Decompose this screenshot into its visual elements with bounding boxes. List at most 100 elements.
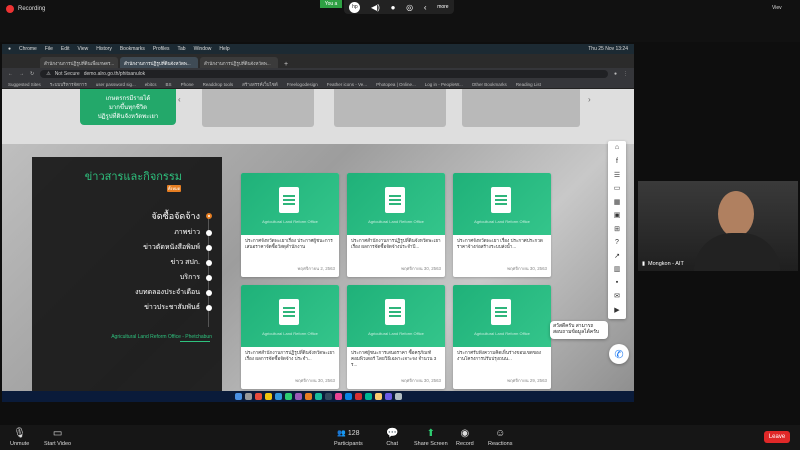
participants-button[interactable]: 👥 128 Participants xyxy=(334,429,363,447)
bookmark-item[interactable]: ebitcs xyxy=(145,82,157,87)
menu-edit[interactable]: Edit xyxy=(61,46,70,52)
sitemap-icon[interactable]: ⊞ xyxy=(608,222,626,236)
menu-tab[interactable]: Tab xyxy=(178,46,186,52)
bookmark-item[interactable]: BS xyxy=(166,82,172,87)
hero-green-button[interactable]: เกษตรกรมีรายได้ มากขึ้นทุกชีวิต ปฏิรูปที… xyxy=(80,89,176,125)
app-icon[interactable] xyxy=(324,393,332,400)
forward-arrow-icon[interactable]: → xyxy=(19,71,24,77)
app-icon[interactable] xyxy=(374,393,382,400)
view-button[interactable]: Viev xyxy=(772,5,782,11)
bookmark-item[interactable]: สร้างสรรค์เว็บไซต์ xyxy=(242,81,278,88)
bookmark-item[interactable]: ระบบบริหารจัดการ xyxy=(50,81,87,88)
chrome-icon[interactable] xyxy=(264,393,272,400)
menu-view[interactable]: View xyxy=(78,46,89,52)
browser-tab[interactable]: สำนักงานการปฏิรูปที่ดินจังหวัดพ... xyxy=(200,57,278,68)
menu-window[interactable]: Window xyxy=(194,46,212,52)
lock-icon[interactable]: ▪ xyxy=(608,276,626,290)
bookmark-item[interactable]: Feather icons - Ve... xyxy=(327,82,367,87)
app-icon[interactable] xyxy=(254,393,262,400)
menu-profiles[interactable]: Profiles xyxy=(153,46,170,52)
help-icon[interactable]: ? xyxy=(608,236,626,250)
bookmark-item[interactable]: Readdrop tools xyxy=(203,82,234,87)
trash-icon[interactable] xyxy=(394,393,402,400)
list-icon[interactable]: ☰ xyxy=(608,168,626,182)
app-icon[interactable] xyxy=(334,393,342,400)
facebook-icon[interactable]: f xyxy=(608,155,626,169)
bookmark-item[interactable]: Suggested Sites xyxy=(8,82,41,87)
category-item[interactable]: บริการ xyxy=(32,270,212,285)
carousel-prev-icon[interactable]: ‹ xyxy=(178,95,181,104)
record-button[interactable]: ◉ Record xyxy=(456,428,474,447)
browser-tab-active[interactable]: สำนักงานการปฏิรูปที่ดินจังหวัดพ... xyxy=(120,57,198,68)
participant-video[interactable]: ▮ Mongkon - AIT xyxy=(638,181,798,271)
chat-button[interactable]: 💬 Chat xyxy=(386,428,398,447)
share-screen-button[interactable]: ⬆ Share Screen xyxy=(414,428,448,447)
record-icon[interactable]: ◎ xyxy=(406,3,413,12)
category-item[interactable]: จัดซื้อจัดจ้าง xyxy=(32,207,212,225)
browser-tab[interactable]: สำนักงานการปฏิรูปที่ดินเพื่อเกษตร... xyxy=(40,57,118,68)
app-icon[interactable] xyxy=(274,393,282,400)
start-video-button[interactable]: ▭ Start Video xyxy=(44,428,71,447)
bookmark-item[interactable]: Photopea | Online... xyxy=(376,82,416,87)
speaker-icon[interactable]: ◀) xyxy=(371,3,380,12)
mic-icon[interactable]: ● xyxy=(391,3,396,12)
message-icon[interactable]: ▭ xyxy=(608,182,626,196)
menu-file[interactable]: File xyxy=(45,46,53,52)
card-watermark: Agricultural Land Reform Office xyxy=(474,219,530,224)
reactions-button[interactable]: ☺ Reactions xyxy=(488,428,512,447)
app-icon[interactable] xyxy=(344,393,352,400)
news-card[interactable]: Agricultural Land Reform Office ประกาศสำ… xyxy=(241,285,339,389)
category-item[interactable]: งบทดลองประจำเดือน xyxy=(32,285,212,300)
chat-greeting-bubble[interactable]: สวัสดีครับ สามารถสอบถามข้อมูลได้ครับ xyxy=(550,321,608,339)
category-item[interactable]: ข่าว สปก. xyxy=(32,255,212,270)
menu-chrome[interactable]: Chrome xyxy=(19,46,37,52)
app-icon[interactable] xyxy=(304,393,312,400)
finder-icon[interactable] xyxy=(234,393,242,400)
new-tab-icon[interactable]: + xyxy=(280,61,292,68)
app-icon[interactable] xyxy=(314,393,322,400)
news-card[interactable]: Agricultural Land Reform Office ประกาศผู… xyxy=(347,285,445,389)
bookmark-item[interactable]: user password sig... xyxy=(96,82,136,87)
menu-history[interactable]: History xyxy=(96,46,112,52)
news-card[interactable]: Agricultural Land Reform Office ประกาศรั… xyxy=(453,285,551,389)
news-card[interactable]: Agricultural Land Reform Office ประกาศจั… xyxy=(241,173,339,277)
reload-icon[interactable]: ↻ xyxy=(30,71,34,77)
news-card[interactable]: Agricultural Land Reform Office ประกาศสำ… xyxy=(347,173,445,277)
chart-icon[interactable]: ▥ xyxy=(608,263,626,277)
messenger-icon[interactable]: ✆ xyxy=(609,344,629,364)
app-icon[interactable] xyxy=(354,393,362,400)
category-item[interactable]: ข่าวประชาสัมพันธ์ xyxy=(32,300,212,315)
menu-bookmarks[interactable]: Bookmarks xyxy=(120,46,145,52)
bookmark-item[interactable]: Reading List xyxy=(516,82,541,87)
kebab-menu-icon[interactable]: ⋮ xyxy=(623,71,628,77)
calendar-icon[interactable]: ▦ xyxy=(608,195,626,209)
mail-icon[interactable]: ✉ xyxy=(608,290,626,304)
category-item[interactable]: ภาพข่าว xyxy=(32,225,212,240)
app-icon[interactable] xyxy=(294,393,302,400)
all-badge[interactable]: ทั้งหมด xyxy=(167,185,181,192)
app-icon[interactable] xyxy=(284,393,292,400)
menu-help[interactable]: Help xyxy=(219,46,229,52)
unmute-button[interactable]: 🎙 Unmute xyxy=(10,428,29,447)
apple-icon[interactable]: ● xyxy=(8,46,11,52)
bookmark-item[interactable]: Log in - PeopleW... xyxy=(425,82,463,87)
profile-icon[interactable]: ● xyxy=(614,71,617,77)
launchpad-icon[interactable] xyxy=(244,393,252,400)
bookmark-item[interactable]: Other Bookmarks xyxy=(472,82,507,87)
contact-icon[interactable]: ▣ xyxy=(608,209,626,223)
video-icon[interactable]: ▶ xyxy=(608,303,626,317)
home-icon[interactable]: ⌂ xyxy=(608,141,626,155)
news-card[interactable]: Agricultural Land Reform Office ประกาศจั… xyxy=(453,173,551,277)
app-icon[interactable] xyxy=(384,393,392,400)
back-arrow-icon[interactable]: ← xyxy=(8,71,13,77)
back-icon[interactable]: ‹ xyxy=(424,3,427,12)
address-bar[interactable]: ⚠ Not Secure demo.alro.go.th/phitsanulok xyxy=(40,70,608,78)
link-icon[interactable]: ↗ xyxy=(608,249,626,263)
more-label[interactable]: more xyxy=(437,4,448,10)
bookmark-item[interactable]: Freelogodesign xyxy=(287,82,318,87)
leave-button[interactable]: Leave xyxy=(764,431,790,443)
app-icon[interactable] xyxy=(364,393,372,400)
bookmark-item[interactable]: Phone xyxy=(181,82,194,87)
carousel-next-icon[interactable]: › xyxy=(588,95,591,104)
category-item[interactable]: ข่าวตัดหนังสือพิมพ์ xyxy=(32,240,212,255)
